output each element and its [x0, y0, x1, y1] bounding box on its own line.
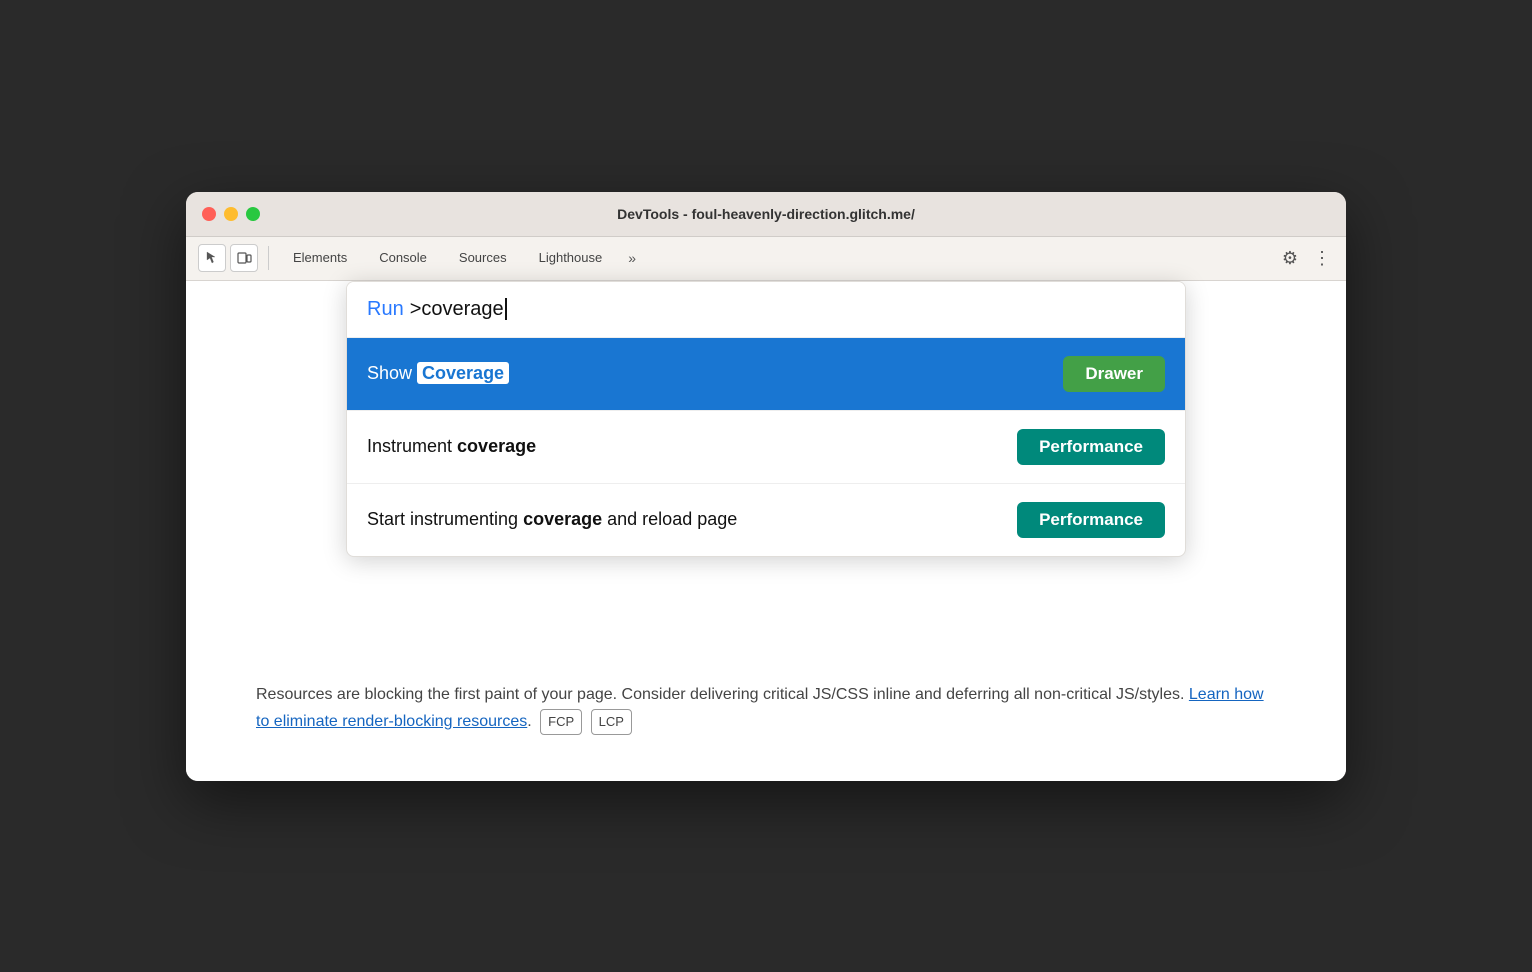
result-start-instrumenting[interactable]: Start instrumenting coverage and reload … — [347, 484, 1185, 556]
window-title: DevTools - foul-heavenly-direction.glitc… — [617, 206, 915, 222]
title-bar: DevTools - foul-heavenly-direction.glitc… — [186, 192, 1346, 237]
traffic-lights — [202, 207, 260, 221]
inspect-element-button[interactable] — [198, 244, 226, 272]
result-instrument-coverage[interactable]: Instrument coverage Performance — [347, 411, 1185, 484]
result-label-start-instrumenting: Start instrumenting coverage and reload … — [367, 509, 1017, 530]
background-text: Resources are blocking the first paint o… — [256, 681, 1276, 735]
run-label: Run — [367, 298, 404, 321]
tab-elements[interactable]: Elements — [279, 237, 361, 281]
tab-sources[interactable]: Sources — [445, 237, 521, 281]
text-cursor — [505, 298, 507, 320]
fcp-badge: FCP — [540, 709, 582, 735]
lcp-badge: LCP — [591, 709, 632, 735]
device-toggle-button[interactable] — [230, 244, 258, 272]
main-content: Run >coverage Show Coverage Drawer Instr… — [186, 281, 1346, 781]
close-button[interactable] — [202, 207, 216, 221]
more-options-button[interactable]: ⋮ — [1310, 242, 1334, 274]
result-label-show-coverage: Show Coverage — [367, 363, 1063, 384]
result-tag-performance-2[interactable]: Performance — [1017, 502, 1165, 538]
devtools-window: DevTools - foul-heavenly-direction.glitc… — [186, 192, 1346, 781]
command-palette: Run >coverage Show Coverage Drawer Instr… — [346, 281, 1186, 557]
result-tag-drawer[interactable]: Drawer — [1063, 356, 1165, 392]
background-content: Resources are blocking the first paint o… — [236, 681, 1296, 735]
result-label-instrument-coverage: Instrument coverage — [367, 436, 1017, 457]
settings-button[interactable]: ⚙ — [1274, 242, 1306, 274]
result-show-coverage[interactable]: Show Coverage Drawer — [347, 338, 1185, 411]
command-input-text[interactable]: >coverage — [410, 298, 504, 321]
tab-lighthouse[interactable]: Lighthouse — [525, 237, 617, 281]
tab-more-button[interactable]: » — [620, 236, 644, 280]
tab-console[interactable]: Console — [365, 237, 441, 281]
toolbar-divider — [268, 246, 269, 270]
maximize-button[interactable] — [246, 207, 260, 221]
minimize-button[interactable] — [224, 207, 238, 221]
command-input-row[interactable]: Run >coverage — [347, 282, 1185, 338]
result-tag-performance-1[interactable]: Performance — [1017, 429, 1165, 465]
toolbar: Elements Console Sources Lighthouse » ⚙ … — [186, 237, 1346, 281]
